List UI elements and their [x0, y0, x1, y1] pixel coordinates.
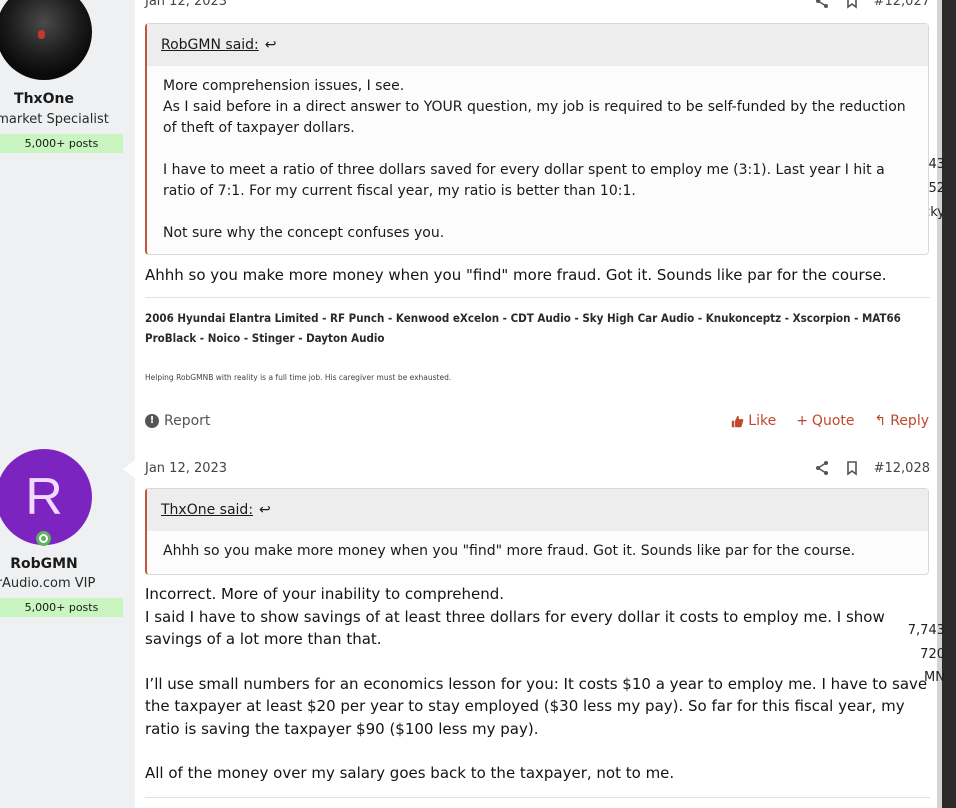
signature-divider [145, 297, 930, 298]
user-title: arAudio.com VIP [0, 576, 96, 591]
username[interactable]: RobGMN [0, 556, 88, 572]
quote-paragraph: I have to meet a ratio of three dollars … [163, 162, 885, 199]
message-paragraph: Incorrect. More of your inability to com… [145, 585, 885, 648]
online-status-icon [36, 531, 51, 546]
post-number[interactable]: #12,027 [874, 0, 930, 9]
post-message: Incorrect. More of your inability to com… [145, 583, 929, 807]
reply-label: Reply [890, 413, 929, 429]
bookmark-icon[interactable] [844, 460, 860, 476]
reply-icon: ↰ [874, 413, 887, 429]
quote-header: ThxOne said: ↩ [147, 489, 928, 531]
like-label: Like [748, 413, 777, 429]
signature-small-text: Helping RobGMNB with reality is a full t… [145, 373, 452, 382]
post-footer-actions: Like + Quote ↰ Reply [731, 413, 929, 429]
quote-label: Quote [811, 413, 855, 429]
thumbs-up-icon [732, 415, 744, 427]
quote-author-link[interactable]: RobGMN said: [161, 37, 259, 53]
post-number[interactable]: #12,028 [874, 461, 930, 476]
bookmark-icon[interactable] [844, 0, 860, 9]
message-paragraph: All of the money over my salary goes bac… [145, 764, 675, 782]
post-date[interactable]: Jan 12, 2023 [145, 0, 227, 9]
signature-divider [145, 797, 930, 798]
post-actions-top: #12,028 [814, 460, 930, 476]
posts-badge: 5,000+ posts [0, 598, 123, 617]
reply-button[interactable]: ↰ Reply [874, 413, 929, 429]
message-paragraph: Ahhh so you make more money when you "fi… [145, 266, 887, 284]
report-button[interactable]: ! Report [145, 413, 210, 429]
message-paragraph: I’ll use small numbers for an economics … [145, 674, 928, 738]
quote-paragraph: Ahhh so you make more money when you "fi… [163, 543, 856, 559]
quote-paragraph: Not sure why the concept confuses you. [163, 225, 445, 241]
user-title: ermarket Specialist [0, 112, 109, 127]
post-footer: ! Report Like + Quote ↰ Reply [145, 413, 929, 433]
quote-author-link[interactable]: ThxOne said: [161, 502, 253, 518]
share-icon[interactable] [814, 0, 830, 9]
quote-button[interactable]: + Quote [796, 413, 854, 429]
username[interactable]: ThxOne [0, 91, 88, 107]
go-to-quote-icon[interactable]: ↩ [265, 37, 277, 53]
go-to-quote-icon[interactable]: ↩ [259, 502, 271, 518]
quote-block: RobGMN said: ↩ More comprehension issues,… [145, 23, 929, 255]
posts-badge: 5,000+ posts [0, 134, 123, 153]
report-icon: ! [145, 414, 159, 428]
share-icon[interactable] [814, 460, 830, 476]
report-label: Report [164, 413, 211, 429]
window-edge [942, 0, 956, 808]
like-button[interactable]: Like [731, 413, 776, 429]
quote-header: RobGMN said: ↩ [147, 24, 928, 66]
quote-body: More comprehension issues, I see. As I s… [147, 66, 928, 256]
quote-paragraph: More comprehension issues, I see. As I s… [163, 78, 906, 136]
post-actions-top: #12,027 [814, 0, 930, 9]
post-message: Ahhh so you make more money when you "fi… [145, 264, 929, 309]
message-pointer [123, 460, 135, 478]
post-date[interactable]: Jan 12, 2023 [145, 461, 227, 476]
plus-icon: + [796, 413, 808, 429]
quote-body: Ahhh so you make more money when you "fi… [147, 531, 928, 574]
quote-block: ThxOne said: ↩ Ahhh so you make more mone… [145, 488, 929, 575]
signature: 2006 Hyundai Elantra Limited - RF Punch … [145, 311, 901, 345]
